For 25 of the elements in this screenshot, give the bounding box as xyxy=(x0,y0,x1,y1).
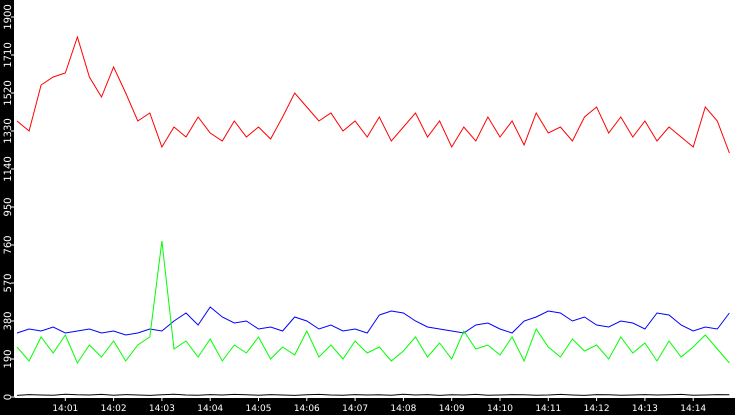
x-tick-label: 14:08 xyxy=(390,404,416,414)
x-tick-label: 14:14 xyxy=(680,404,706,414)
y-tick-label: 0 xyxy=(3,394,14,400)
x-tick-label: 14:09 xyxy=(438,404,465,414)
x-tick-label: 14:01 xyxy=(52,404,78,414)
y-tick-label: 1710 xyxy=(3,42,14,68)
y-tick-label: 190 xyxy=(3,349,14,369)
x-tick-label: 14:07 xyxy=(342,404,368,414)
y-tick-label: 1520 xyxy=(3,80,14,106)
y-tick-label: 950 xyxy=(3,197,14,217)
y-tick-label: 570 xyxy=(3,273,14,293)
y-tick-label: 1900 xyxy=(3,4,14,30)
y-tick-label: 1330 xyxy=(3,118,14,144)
x-tick-label: 14:10 xyxy=(487,404,513,414)
x-tick-label: 14:04 xyxy=(197,404,224,414)
y-tick-label: 380 xyxy=(3,311,14,331)
y-tick-label: 1140 xyxy=(3,156,14,182)
x-tick-label: 14:06 xyxy=(294,404,320,414)
x-tick-label: 14:02 xyxy=(100,404,127,414)
x-tick-label: 14:13 xyxy=(632,404,658,414)
y-tick-label: 760 xyxy=(3,235,14,255)
x-tick-label: 14:11 xyxy=(535,404,562,414)
x-tick-label: 14:12 xyxy=(584,404,610,414)
x-tick-label: 14:05 xyxy=(246,404,272,414)
x-tick-label: 14:03 xyxy=(148,404,175,414)
